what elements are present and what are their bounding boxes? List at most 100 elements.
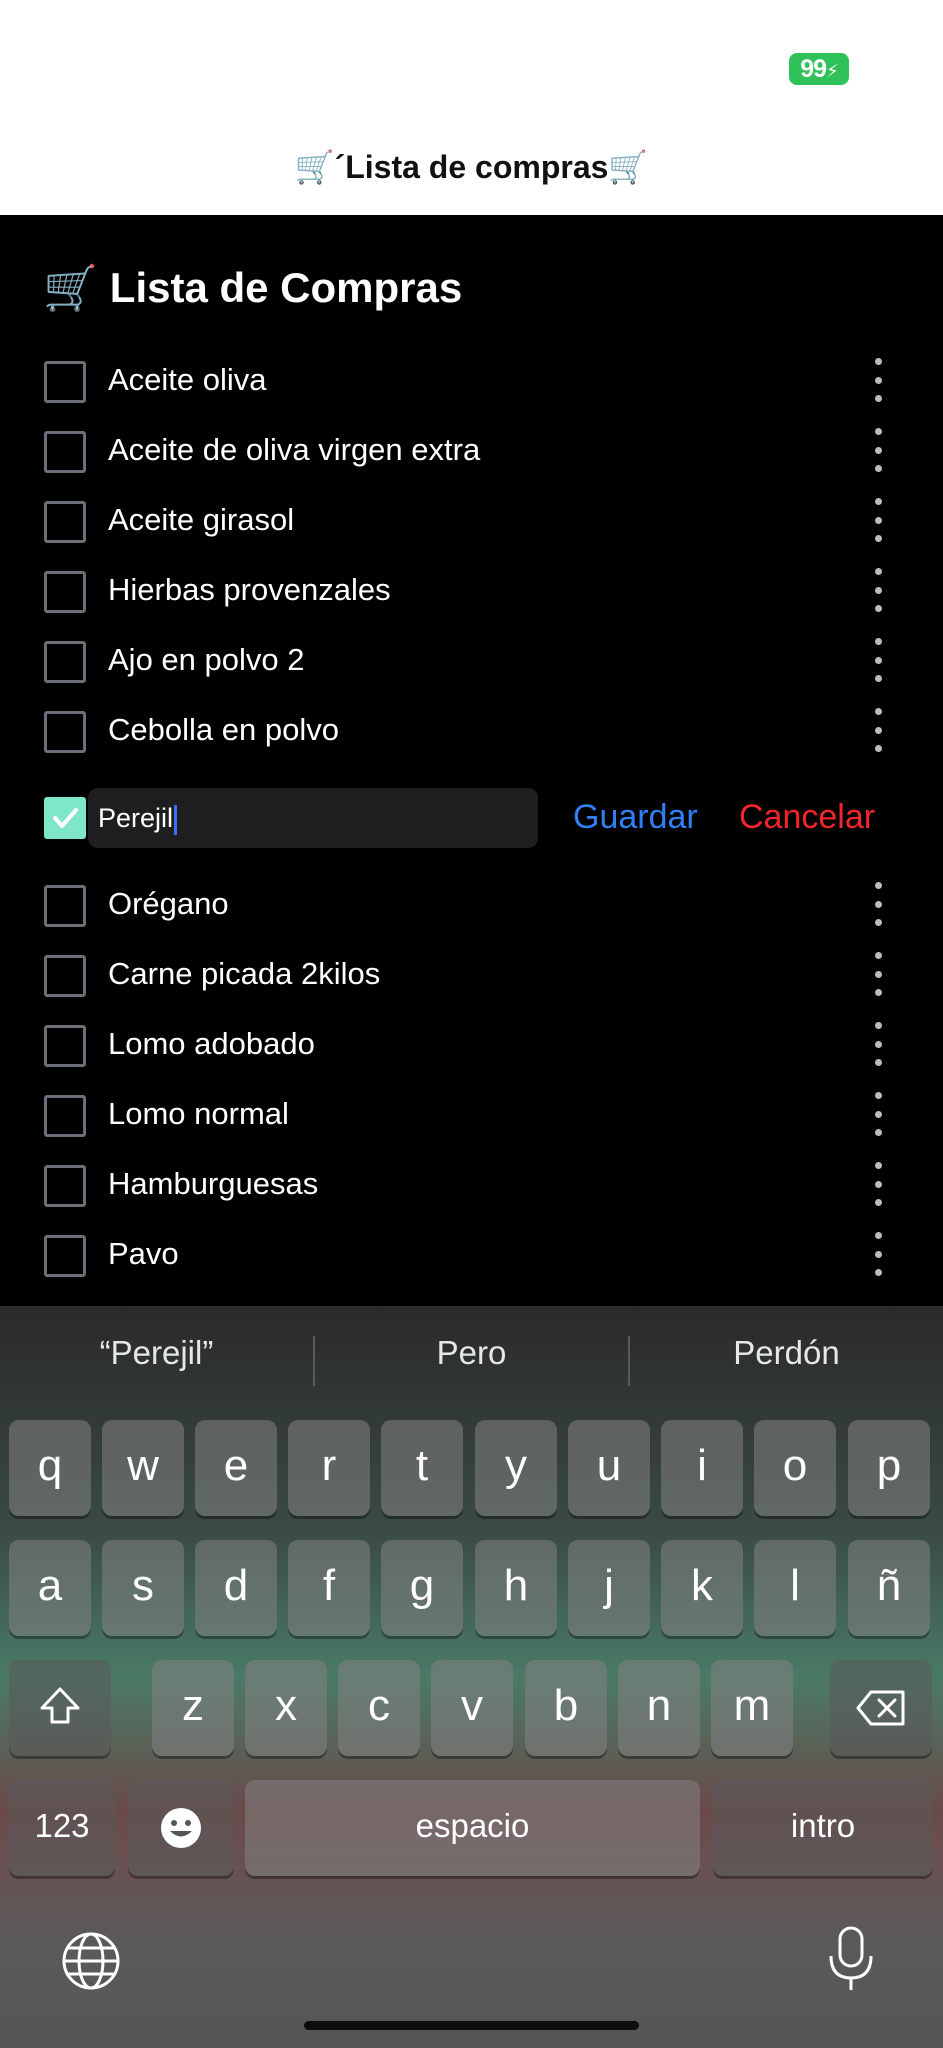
key-k[interactable]: k: [661, 1540, 743, 1636]
cancel-button[interactable]: Cancelar: [739, 798, 875, 837]
item-label[interactable]: Lomo adobado: [108, 1026, 315, 1062]
save-button[interactable]: Guardar: [573, 798, 698, 837]
key-o[interactable]: o: [754, 1420, 836, 1516]
list-item: Hierbas provenzales: [0, 556, 943, 626]
list-item: Lomo adobado: [0, 1010, 943, 1080]
more-options-icon[interactable]: [864, 1092, 892, 1136]
emoji-key[interactable]: [128, 1780, 234, 1876]
item-checkbox[interactable]: [44, 885, 86, 927]
globe-icon[interactable]: [60, 1930, 122, 1992]
item-label[interactable]: Orégano: [108, 886, 229, 922]
more-options-icon[interactable]: [864, 428, 892, 472]
on-screen-keyboard: “Perejil” Pero Perdón q w e r t y u i o …: [0, 1306, 943, 2048]
list-item: Pavo: [0, 1220, 943, 1290]
emoji-icon: [161, 1808, 201, 1848]
list-item: Aceite de oliva virgen extra: [0, 416, 943, 486]
key-y[interactable]: y: [475, 1420, 557, 1516]
microphone-icon[interactable]: [826, 1926, 876, 1994]
item-checkbox[interactable]: [44, 571, 86, 613]
key-l[interactable]: l: [754, 1540, 836, 1636]
home-indicator: [304, 2021, 639, 2030]
more-options-icon[interactable]: [864, 1162, 892, 1206]
key-a[interactable]: a: [9, 1540, 91, 1636]
item-checkbox-checked[interactable]: [44, 797, 86, 839]
item-checkbox[interactable]: [44, 1235, 86, 1277]
more-options-icon[interactable]: [864, 568, 892, 612]
item-label[interactable]: Carne picada 2kilos: [108, 956, 380, 992]
key-v[interactable]: v: [431, 1660, 513, 1756]
key-p[interactable]: p: [848, 1420, 930, 1516]
edit-input-value: Perejil: [98, 803, 174, 833]
item-checkbox[interactable]: [44, 361, 86, 403]
key-b[interactable]: b: [525, 1660, 607, 1756]
item-label[interactable]: Lomo normal: [108, 1096, 289, 1132]
more-options-icon[interactable]: [864, 1232, 892, 1276]
suggestion-1[interactable]: “Perejil”: [0, 1334, 313, 1372]
item-label[interactable]: Hamburguesas: [108, 1166, 318, 1202]
key-f[interactable]: f: [288, 1540, 370, 1636]
more-options-icon[interactable]: [864, 882, 892, 926]
battery-indicator: 99⚡: [789, 53, 849, 85]
suggestion-3[interactable]: Perdón: [630, 1334, 943, 1372]
backspace-icon: [856, 1690, 905, 1726]
item-checkbox[interactable]: [44, 641, 86, 683]
item-checkbox[interactable]: [44, 501, 86, 543]
key-enye[interactable]: ñ: [848, 1540, 930, 1636]
key-t[interactable]: t: [381, 1420, 463, 1516]
item-label[interactable]: Aceite girasol: [108, 502, 294, 538]
more-options-icon[interactable]: [864, 498, 892, 542]
key-d[interactable]: d: [195, 1540, 277, 1636]
more-options-icon[interactable]: [864, 708, 892, 752]
suggestion-2[interactable]: Pero: [315, 1334, 628, 1372]
key-c[interactable]: c: [338, 1660, 420, 1756]
key-r[interactable]: r: [288, 1420, 370, 1516]
item-label[interactable]: Pavo: [108, 1236, 179, 1272]
list-item: Cebolla en polvo: [0, 696, 943, 766]
key-s[interactable]: s: [102, 1540, 184, 1636]
item-checkbox[interactable]: [44, 955, 86, 997]
space-key[interactable]: espacio: [245, 1780, 700, 1876]
key-w[interactable]: w: [102, 1420, 184, 1516]
key-u[interactable]: u: [568, 1420, 650, 1516]
item-checkbox[interactable]: [44, 1165, 86, 1207]
key-i[interactable]: i: [661, 1420, 743, 1516]
edit-item-input[interactable]: Perejil: [88, 788, 538, 848]
key-n[interactable]: n: [618, 1660, 700, 1756]
key-m[interactable]: m: [711, 1660, 793, 1756]
more-options-icon[interactable]: [864, 952, 892, 996]
item-checkbox[interactable]: [44, 1025, 86, 1067]
key-j[interactable]: j: [568, 1540, 650, 1636]
list-item: Ajo en polvo 2: [0, 626, 943, 696]
suggestion-bar: “Perejil” Pero Perdón: [0, 1306, 943, 1416]
item-label[interactable]: Aceite de oliva virgen extra: [108, 432, 480, 468]
item-checkbox[interactable]: [44, 711, 86, 753]
list-item: Hamburguesas: [0, 1150, 943, 1220]
more-options-icon[interactable]: [864, 638, 892, 682]
more-options-icon[interactable]: [864, 1022, 892, 1066]
item-checkbox[interactable]: [44, 431, 86, 473]
app-title: Lista de Compras: [109, 264, 463, 311]
item-label[interactable]: Cebolla en polvo: [108, 712, 339, 748]
item-label[interactable]: Ajo en polvo 2: [108, 642, 304, 678]
key-g[interactable]: g: [381, 1540, 463, 1636]
item-label[interactable]: Aceite oliva: [108, 362, 267, 398]
item-checkbox[interactable]: [44, 1095, 86, 1137]
numbers-key[interactable]: 123: [9, 1780, 115, 1876]
key-e[interactable]: e: [195, 1420, 277, 1516]
edit-item-row: Perejil Guardar Cancelar: [0, 788, 943, 850]
key-z[interactable]: z: [152, 1660, 234, 1756]
list-item: Lomo normal: [0, 1080, 943, 1150]
delete-key[interactable]: [830, 1660, 932, 1756]
battery-level: 99: [800, 55, 827, 83]
more-options-icon[interactable]: [864, 358, 892, 402]
key-q[interactable]: q: [9, 1420, 91, 1516]
list-item: Orégano: [0, 870, 943, 940]
key-x[interactable]: x: [245, 1660, 327, 1756]
return-key[interactable]: intro: [713, 1780, 933, 1876]
shift-key[interactable]: [9, 1660, 111, 1756]
shift-arrow-icon: [40, 1687, 80, 1724]
key-h[interactable]: h: [475, 1540, 557, 1636]
list-item: Aceite girasol: [0, 486, 943, 556]
item-label[interactable]: Hierbas provenzales: [108, 572, 391, 608]
list-item: Carne picada 2kilos: [0, 940, 943, 1010]
